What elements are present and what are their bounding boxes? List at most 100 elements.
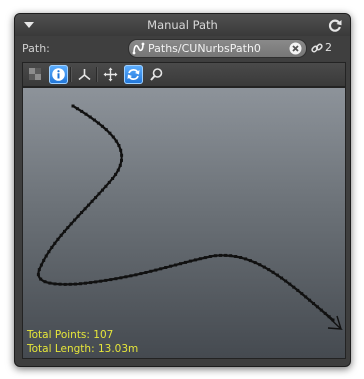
curve-point[interactable]: [107, 180, 111, 184]
info-button[interactable]: [49, 65, 68, 84]
link-icon[interactable]: [311, 42, 323, 54]
clear-icon[interactable]: [289, 42, 302, 55]
curve-point[interactable]: [203, 256, 207, 260]
curve-point[interactable]: [73, 218, 77, 222]
path-field[interactable]: Paths/CUNurbsPath0: [128, 39, 307, 58]
curve-point[interactable]: [69, 222, 73, 226]
curve-point[interactable]: [120, 153, 124, 157]
curve-point[interactable]: [296, 288, 300, 292]
curve-point[interactable]: [292, 285, 296, 289]
curve-point[interactable]: [213, 254, 217, 258]
curve-point[interactable]: [90, 199, 94, 203]
curve-point[interactable]: [87, 203, 91, 207]
curve-point[interactable]: [39, 277, 43, 281]
curve-point[interactable]: [116, 168, 120, 172]
curve-point[interactable]: [193, 258, 197, 262]
checker-button[interactable]: [26, 65, 45, 84]
curve-point[interactable]: [134, 273, 138, 277]
curve-point[interactable]: [56, 237, 60, 241]
curve-point[interactable]: [58, 282, 62, 286]
curve-point[interactable]: [76, 214, 80, 218]
refresh-icon[interactable]: [327, 17, 343, 33]
curve-point[interactable]: [111, 135, 115, 139]
curve-point[interactable]: [253, 261, 257, 265]
curve-point[interactable]: [198, 257, 202, 261]
curve-point[interactable]: [312, 302, 315, 305]
curve-point[interactable]: [169, 264, 173, 268]
sync-button[interactable]: [124, 65, 143, 84]
curve-point[interactable]: [208, 255, 212, 258]
curve-point[interactable]: [229, 254, 233, 258]
curve-point[interactable]: [144, 271, 148, 274]
curve-point[interactable]: [63, 282, 67, 286]
curve-point[interactable]: [96, 121, 100, 125]
curve-point[interactable]: [104, 278, 108, 282]
curve-point[interactable]: [239, 256, 243, 259]
curve-point[interactable]: [120, 158, 123, 162]
curve-point[interactable]: [117, 144, 121, 147]
curve-point[interactable]: [109, 278, 113, 282]
curve-point[interactable]: [304, 295, 308, 299]
curve-point[interactable]: [267, 268, 271, 272]
curve-point[interactable]: [101, 188, 104, 192]
curve-point[interactable]: [154, 268, 158, 272]
curve-point[interactable]: [111, 177, 115, 180]
curve-point[interactable]: [94, 280, 98, 284]
curve-point[interactable]: [37, 268, 41, 272]
curve-point[interactable]: [99, 279, 103, 283]
curve-point[interactable]: [174, 263, 178, 267]
curve-point[interactable]: [89, 281, 93, 285]
zoom-button[interactable]: [147, 65, 166, 84]
curve-point[interactable]: [280, 276, 284, 280]
curve-point[interactable]: [47, 250, 51, 254]
move-button[interactable]: [101, 65, 120, 84]
curve-point[interactable]: [104, 128, 108, 132]
curve-point[interactable]: [188, 259, 192, 263]
curve-point[interactable]: [124, 275, 128, 279]
curve-point[interactable]: [139, 272, 143, 276]
curve-point[interactable]: [48, 281, 52, 285]
curve-point[interactable]: [80, 109, 84, 113]
curve-point[interactable]: [149, 269, 153, 273]
path-viewport[interactable]: Total Points: 107 Total Length: 13.03m: [22, 87, 346, 359]
curve-point[interactable]: [244, 257, 248, 261]
curve-point[interactable]: [114, 277, 118, 281]
curve-point[interactable]: [315, 305, 319, 309]
curve-point[interactable]: [275, 273, 279, 277]
curve-point[interactable]: [84, 281, 87, 285]
curve-point[interactable]: [94, 196, 98, 200]
curve-point[interactable]: [50, 245, 54, 249]
curve-point[interactable]: [92, 118, 96, 122]
curve-point[interactable]: [258, 263, 262, 267]
curve-point[interactable]: [224, 253, 228, 257]
curve-point[interactable]: [119, 148, 123, 152]
curve-point[interactable]: [219, 253, 222, 257]
curve-point[interactable]: [129, 274, 133, 278]
curve-point[interactable]: [39, 263, 43, 267]
curve-point[interactable]: [36, 273, 40, 277]
curve-point[interactable]: [114, 139, 118, 143]
curve-point[interactable]: [108, 131, 112, 135]
curve-point[interactable]: [234, 255, 238, 258]
curve-point[interactable]: [288, 282, 292, 286]
curve-point[interactable]: [43, 280, 47, 284]
curve-point[interactable]: [164, 266, 168, 269]
curve-point[interactable]: [300, 292, 304, 296]
curve-point[interactable]: [59, 233, 63, 237]
curve-point[interactable]: [53, 241, 57, 245]
curve-point[interactable]: [73, 282, 77, 286]
curve-point[interactable]: [42, 258, 46, 262]
curve-point[interactable]: [84, 112, 88, 116]
curve-point[interactable]: [63, 229, 66, 233]
curve-point[interactable]: [262, 265, 266, 269]
curve-point[interactable]: [271, 270, 275, 274]
curve-point[interactable]: [179, 262, 182, 266]
curve-point[interactable]: [79, 282, 82, 286]
curve-point[interactable]: [119, 276, 123, 280]
curve-point[interactable]: [100, 124, 104, 128]
curve-point[interactable]: [83, 207, 87, 211]
curve-point[interactable]: [159, 267, 163, 271]
curve-point[interactable]: [68, 282, 72, 286]
curve-point[interactable]: [248, 259, 252, 263]
curve-point[interactable]: [44, 254, 48, 258]
